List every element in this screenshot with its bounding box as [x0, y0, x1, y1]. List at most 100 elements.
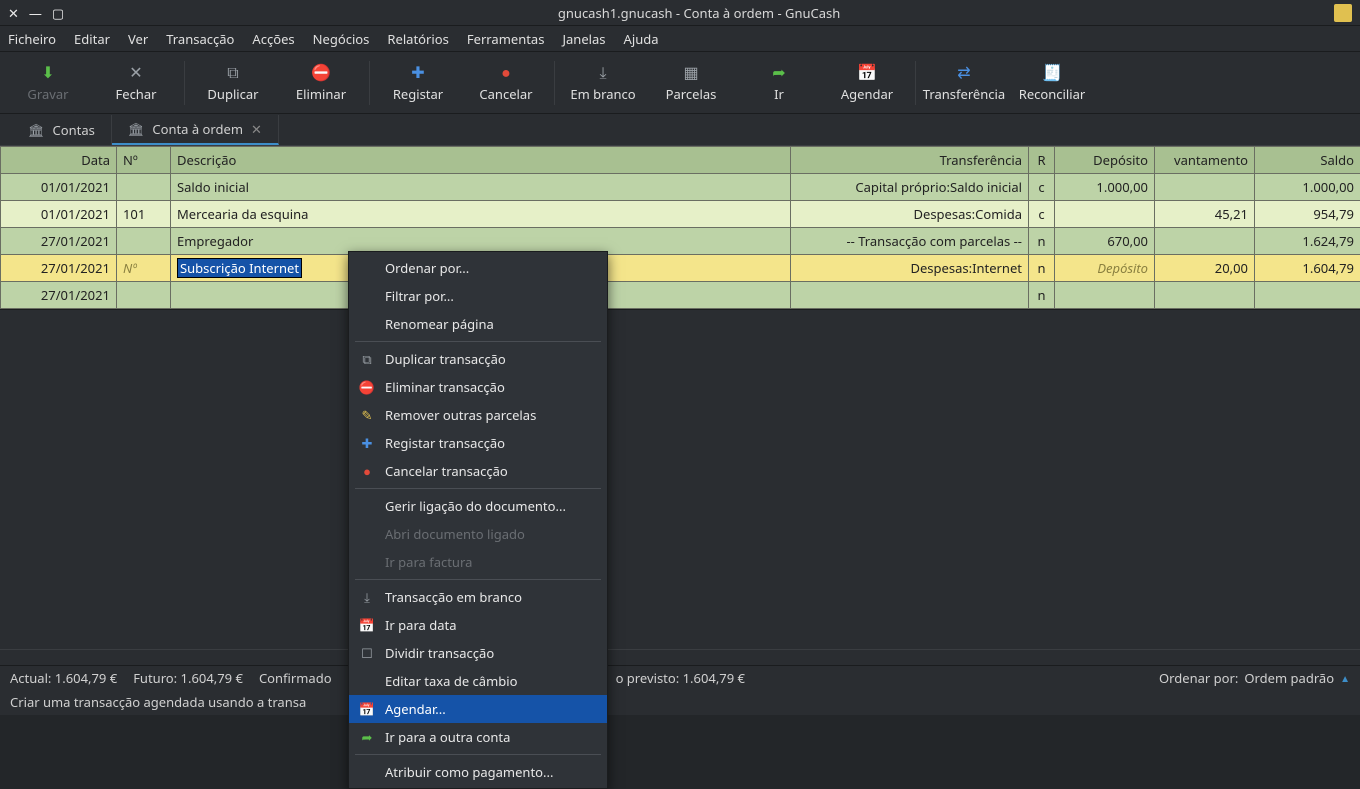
menu-tools[interactable]: Ferramentas — [467, 30, 545, 48]
table-row[interactable]: 01/01/2021 101 Mercearia da esquina Desp… — [1, 201, 1360, 228]
sortby-value[interactable]: Ordem padrão — [1244, 669, 1334, 687]
table-row[interactable]: 27/01/2021 Empregador -- Transacção com … — [1, 228, 1360, 255]
ctx-goto-date[interactable]: 📅Ir para data — [349, 611, 607, 639]
toolbar-jump[interactable]: ➦ Ir — [735, 54, 823, 112]
ctx-split-txn[interactable]: ☐Dividir transacção — [349, 639, 607, 667]
table-row[interactable]: 01/01/2021 Saldo inicial Capital próprio… — [1, 174, 1360, 201]
ctx-goto-other-account[interactable]: ➦Ir para a outra conta — [349, 723, 607, 751]
checkbox-icon: ☐ — [359, 645, 375, 661]
window-close-icon[interactable]: ✕ — [8, 4, 19, 22]
context-menu: Ordenar por... Filtrar por... Renomear p… — [348, 251, 608, 789]
separator — [184, 61, 185, 105]
menu-actions[interactable]: Acções — [252, 30, 294, 48]
ctx-register-txn[interactable]: ✚Registar transacção — [349, 429, 607, 457]
titlebar: ✕ — ▢ gnucash1.gnucash - Conta à ordem -… — [0, 0, 1360, 26]
app-icon — [1334, 4, 1352, 22]
reconcile-icon: 🧾 — [1043, 63, 1061, 81]
cancel-icon: ● — [497, 63, 515, 81]
menubar: Ficheiro Editar Ver Transacção Acções Ne… — [0, 26, 1360, 52]
menu-help[interactable]: Ajuda — [624, 30, 659, 48]
col-r[interactable]: R — [1029, 147, 1055, 174]
sortby-dropdown-icon[interactable]: ▲ — [1340, 671, 1350, 685]
statusbar-hint: Criar uma transacção agendada usando a t… — [0, 689, 1360, 715]
delete-icon: ⛔ — [312, 63, 330, 81]
ctx-sort-by[interactable]: Ordenar por... — [349, 254, 607, 282]
status-forecast: o previsto: 1.604,79 € — [616, 669, 745, 687]
ctx-assign-payment[interactable]: Atribuir como pagamento... — [349, 758, 607, 786]
col-num[interactable]: Nº — [117, 147, 171, 174]
menu-windows[interactable]: Janelas — [562, 30, 605, 48]
toolbar-duplicate[interactable]: ⧉ Duplicar — [189, 54, 277, 112]
register-empty-area — [0, 309, 1360, 649]
status-spacer — [0, 649, 1360, 665]
ctx-open-linked-doc: Abri documento ligado — [349, 520, 607, 548]
tab-close-icon[interactable]: ✕ — [251, 120, 262, 138]
status-future: Futuro: 1.604,79 € — [133, 669, 243, 687]
col-balance[interactable]: Saldo — [1255, 147, 1360, 174]
menu-business[interactable]: Negócios — [313, 30, 370, 48]
toolbar-reconcile[interactable]: 🧾 Reconciliar — [1008, 54, 1096, 112]
toolbar-register[interactable]: ✚ Registar — [374, 54, 462, 112]
schedule-icon: 📅 — [359, 701, 375, 717]
ctx-blank-txn[interactable]: ⤓Transacção em branco — [349, 583, 607, 611]
ctx-filter-by[interactable]: Filtrar por... — [349, 282, 607, 310]
jump-icon: ➦ — [770, 63, 788, 81]
blank-icon: ⤓ — [359, 589, 375, 605]
deposit-placeholder: Depósito — [1097, 259, 1148, 277]
broom-icon: ✎ — [359, 407, 375, 423]
col-desc[interactable]: Descrição — [171, 147, 791, 174]
col-date[interactable]: Data — [1, 147, 117, 174]
table-row-blank[interactable]: 27/01/2021 n — [1, 282, 1360, 309]
ctx-duplicate-txn[interactable]: ⧉Duplicar transacção — [349, 345, 607, 373]
splits-icon: ▦ — [682, 63, 700, 81]
ctx-goto-invoice: Ir para factura — [349, 548, 607, 576]
window-minimize-icon[interactable]: — — [29, 4, 42, 22]
tab-accounts[interactable]: 🏛 Contas — [12, 115, 112, 145]
ctx-rename-page[interactable]: Renomear página — [349, 310, 607, 338]
col-deposit[interactable]: Depósito — [1055, 147, 1155, 174]
delete-icon: ⛔ — [359, 379, 375, 395]
separator — [355, 488, 601, 489]
duplicate-icon: ⧉ — [359, 351, 375, 367]
tab-strip: 🏛 Contas 🏛 Conta à ordem ✕ — [0, 114, 1360, 146]
statusbar-summary: Actual: 1.604,79 € Futuro: 1.604,79 € Co… — [0, 665, 1360, 689]
window-title: gnucash1.gnucash - Conta à ordem - GnuCa… — [76, 4, 1322, 22]
ctx-delete-txn[interactable]: ⛔Eliminar transacção — [349, 373, 607, 401]
status-confirmed: Confirmado — [259, 669, 332, 687]
toolbar-close[interactable]: ✕ Fechar — [92, 54, 180, 112]
save-icon: ⬇ — [39, 63, 57, 81]
menu-edit[interactable]: Editar — [74, 30, 110, 48]
ctx-edit-exchange-rate[interactable]: Editar taxa de câmbio — [349, 667, 607, 695]
col-transfer[interactable]: Transferência — [791, 147, 1029, 174]
separator — [355, 579, 601, 580]
ctx-manage-doc-link[interactable]: Gerir ligação do documento... — [349, 492, 607, 520]
separator — [369, 61, 370, 105]
menu-file[interactable]: Ficheiro — [8, 30, 56, 48]
toolbar-transfer[interactable]: ⇄ Transferência — [920, 54, 1008, 112]
plus-icon: ✚ — [359, 435, 375, 451]
window-maximize-icon[interactable]: ▢ — [52, 4, 64, 22]
bank-icon: 🏛 — [128, 120, 145, 138]
ctx-remove-splits[interactable]: ✎Remover outras parcelas — [349, 401, 607, 429]
table-row-selected[interactable]: 27/01/2021 Nº Subscrição Internet Despes… — [1, 255, 1360, 282]
blank-icon: ⤓ — [594, 63, 612, 81]
toolbar-delete[interactable]: ⛔ Eliminar — [277, 54, 365, 112]
jump-icon: ➦ — [359, 729, 375, 745]
menu-reports[interactable]: Relatórios — [387, 30, 448, 48]
tab-current-account[interactable]: 🏛 Conta à ordem ✕ — [112, 115, 279, 145]
menu-transaction[interactable]: Transacção — [166, 30, 234, 48]
num-placeholder: Nº — [123, 259, 137, 277]
cancel-icon: ● — [359, 463, 375, 479]
toolbar-blank[interactable]: ⤓ Em branco — [559, 54, 647, 112]
toolbar-schedule[interactable]: 📅 Agendar — [823, 54, 911, 112]
ctx-schedule[interactable]: 📅Agendar... — [349, 695, 607, 723]
col-withdraw[interactable]: vantamento — [1155, 147, 1255, 174]
calendar-icon: 📅 — [359, 617, 375, 633]
ctx-cancel-txn[interactable]: ●Cancelar transacção — [349, 457, 607, 485]
separator — [355, 341, 601, 342]
menu-view[interactable]: Ver — [128, 30, 148, 48]
plus-icon: ✚ — [409, 63, 427, 81]
toolbar-splits[interactable]: ▦ Parcelas — [647, 54, 735, 112]
toolbar-cancel[interactable]: ● Cancelar — [462, 54, 550, 112]
separator — [915, 61, 916, 105]
